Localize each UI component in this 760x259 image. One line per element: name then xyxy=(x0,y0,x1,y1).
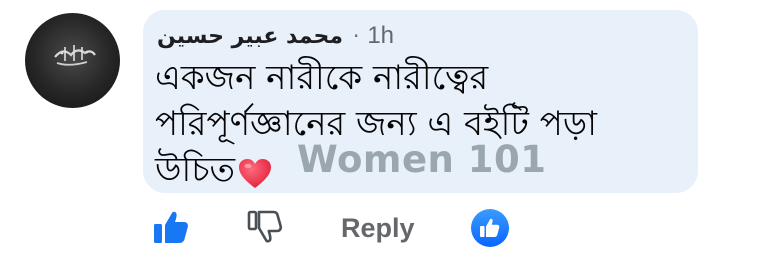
like-reaction-icon[interactable] xyxy=(469,207,511,253)
author-name[interactable]: محمد عبير حسين xyxy=(157,24,343,49)
thumbs-down-icon[interactable] xyxy=(246,208,284,250)
heart-icon xyxy=(237,157,273,203)
comment-line-text: উচিত xyxy=(155,150,236,190)
avatar[interactable] xyxy=(25,13,120,108)
comment-header: محمد عبير حسين · 1h xyxy=(157,20,394,52)
calligraphy-logo-icon xyxy=(54,45,96,66)
separator-dot: · xyxy=(352,24,360,48)
reply-button[interactable]: Reply xyxy=(341,213,415,244)
comment-line: একজন নারীকে নারীত্বের xyxy=(155,58,489,98)
comment-actions: Reply xyxy=(0,200,760,259)
watermark-text: Women 101 xyxy=(297,138,547,181)
timestamp[interactable]: 1h xyxy=(367,22,394,50)
thumbs-up-icon[interactable] xyxy=(152,208,190,250)
